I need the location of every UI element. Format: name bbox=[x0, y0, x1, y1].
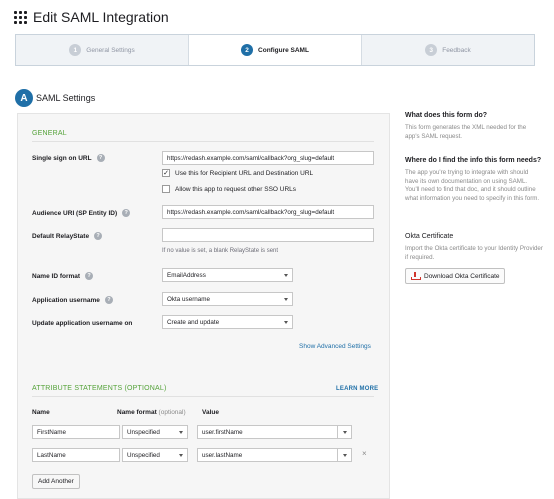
app-username-label-text: Application username bbox=[32, 296, 100, 304]
learn-more-link[interactable]: LEARN MORE bbox=[336, 386, 378, 392]
wizard-step-general-settings[interactable]: 1 General Settings bbox=[16, 35, 188, 65]
help-icon[interactable]: ? bbox=[85, 272, 94, 280]
name-id-format-select[interactable]: EmailAddress bbox=[162, 268, 293, 282]
okta-certificate-text: Import the Okta certificate to your Iden… bbox=[405, 245, 543, 261]
sso-url-label-text: Single sign on URL bbox=[32, 154, 92, 162]
attribute-value-dropdown[interactable] bbox=[338, 425, 352, 439]
help-icon[interactable]: ? bbox=[104, 296, 113, 304]
audience-uri-label-text: Audience URI (SP Entity ID) bbox=[32, 209, 118, 217]
caret-down-icon bbox=[284, 297, 288, 301]
attribute-value-input[interactable]: user.firstName bbox=[197, 425, 338, 439]
step-number: 1 bbox=[69, 44, 82, 56]
sidebar-answer-1: This form generates the XML needed for t… bbox=[405, 124, 527, 140]
general-heading: GENERAL bbox=[32, 130, 67, 137]
attribute-statements-heading: ATTRIBUTE STATEMENTS (OPTIONAL) bbox=[32, 385, 167, 392]
step-label: Configure SAML bbox=[258, 46, 309, 54]
other-sso-checkbox-label: Allow this app to request other SSO URLs bbox=[175, 185, 297, 193]
help-icon[interactable]: ? bbox=[96, 154, 105, 162]
help-icon[interactable]: ? bbox=[122, 209, 131, 217]
section-title: SAML Settings bbox=[36, 93, 96, 103]
wizard-steps: 1 General Settings 2 Configure SAML 3 Fe… bbox=[15, 34, 535, 66]
relay-state-label-text: Default RelayState bbox=[32, 232, 90, 240]
audience-uri-input[interactable]: https://redash.example.com/saml/callback… bbox=[162, 205, 374, 219]
attribute-value-combobox[interactable]: user.firstName bbox=[197, 425, 352, 439]
update-username-select[interactable]: Create and update bbox=[162, 315, 293, 329]
column-header-name: Name bbox=[32, 409, 50, 416]
help-icon[interactable]: ? bbox=[94, 232, 103, 240]
add-another-button[interactable]: Add Another bbox=[32, 474, 80, 489]
step-number: 2 bbox=[241, 44, 254, 56]
column-header-format-text: Name format bbox=[117, 409, 157, 416]
section-badge: A bbox=[15, 89, 33, 107]
select-value: Unspecified bbox=[127, 428, 160, 436]
select-value: Okta username bbox=[167, 295, 211, 303]
audience-uri-label: Audience URI (SP Entity ID) ? bbox=[32, 209, 131, 217]
step-number: 3 bbox=[425, 44, 438, 56]
name-id-format-label-text: Name ID format bbox=[32, 272, 81, 280]
relay-state-hint: If no value is set, a blank RelayState i… bbox=[162, 248, 279, 254]
other-sso-checkbox-row[interactable]: Allow this app to request other SSO URLs bbox=[162, 185, 296, 193]
app-username-select[interactable]: Okta username bbox=[162, 292, 293, 306]
remove-row-icon[interactable]: × bbox=[362, 449, 367, 458]
attribute-name-input[interactable]: LastName bbox=[32, 448, 120, 462]
relay-state-label: Default RelayState ? bbox=[32, 232, 103, 240]
recipient-url-checkbox-row[interactable]: ✓ Use this for Recipient URL and Destina… bbox=[162, 169, 313, 177]
attribute-value-dropdown[interactable] bbox=[338, 448, 352, 462]
caret-down-icon bbox=[342, 430, 347, 434]
column-header-value: Value bbox=[202, 409, 219, 416]
download-icon bbox=[411, 272, 421, 280]
caret-down-icon bbox=[179, 430, 183, 434]
select-value: Unspecified bbox=[127, 451, 160, 459]
step-label: Feedback bbox=[442, 46, 471, 54]
wizard-step-configure-saml[interactable]: 2 Configure SAML bbox=[188, 35, 362, 65]
attribute-value-combobox[interactable]: user.lastName bbox=[197, 448, 352, 462]
download-certificate-button[interactable]: Download Okta Certificate bbox=[405, 268, 505, 284]
attribute-format-select[interactable]: Unspecified bbox=[122, 448, 188, 462]
relay-state-input[interactable] bbox=[162, 228, 374, 242]
sso-url-label: Single sign on URL ? bbox=[32, 154, 105, 162]
grid-icon bbox=[14, 10, 27, 24]
divider bbox=[32, 141, 374, 142]
attribute-value-input[interactable]: user.lastName bbox=[197, 448, 338, 462]
caret-down-icon bbox=[342, 453, 347, 457]
wizard-step-feedback[interactable]: 3 Feedback bbox=[362, 35, 534, 65]
caret-down-icon bbox=[179, 453, 183, 457]
sidebar-question-1: What does this form do? bbox=[405, 112, 488, 119]
sso-url-input[interactable]: https://redash.example.com/saml/callback… bbox=[162, 151, 374, 165]
download-certificate-label: Download Okta Certificate bbox=[424, 272, 500, 280]
select-value: EmailAddress bbox=[167, 271, 206, 279]
column-header-format: Name format (optional) bbox=[117, 409, 186, 416]
sidebar-answer-2: The app you're trying to integrate with … bbox=[405, 169, 540, 202]
recipient-url-checkbox[interactable]: ✓ bbox=[162, 169, 170, 177]
page-header: Edit SAML Integration bbox=[14, 9, 169, 25]
app-username-label: Application username ? bbox=[32, 296, 113, 304]
other-sso-checkbox[interactable] bbox=[162, 185, 170, 193]
divider bbox=[32, 396, 374, 397]
update-username-label: Update application username on bbox=[32, 320, 133, 327]
sidebar-question-2: Where do I find the info this form needs… bbox=[405, 157, 542, 164]
recipient-url-checkbox-label: Use this for Recipient URL and Destinati… bbox=[175, 169, 314, 177]
attribute-format-select[interactable]: Unspecified bbox=[122, 425, 188, 439]
caret-down-icon bbox=[284, 320, 288, 324]
name-id-format-label: Name ID format ? bbox=[32, 272, 94, 280]
attribute-name-input[interactable]: FirstName bbox=[32, 425, 120, 439]
page-title: Edit SAML Integration bbox=[33, 9, 169, 25]
caret-down-icon bbox=[284, 273, 288, 277]
step-label: General Settings bbox=[86, 46, 135, 54]
select-value: Create and update bbox=[167, 318, 220, 326]
okta-certificate-title: Okta Certificate bbox=[405, 233, 454, 240]
show-advanced-settings-link[interactable]: Show Advanced Settings bbox=[299, 343, 371, 350]
column-header-format-optional: (optional) bbox=[158, 409, 186, 416]
